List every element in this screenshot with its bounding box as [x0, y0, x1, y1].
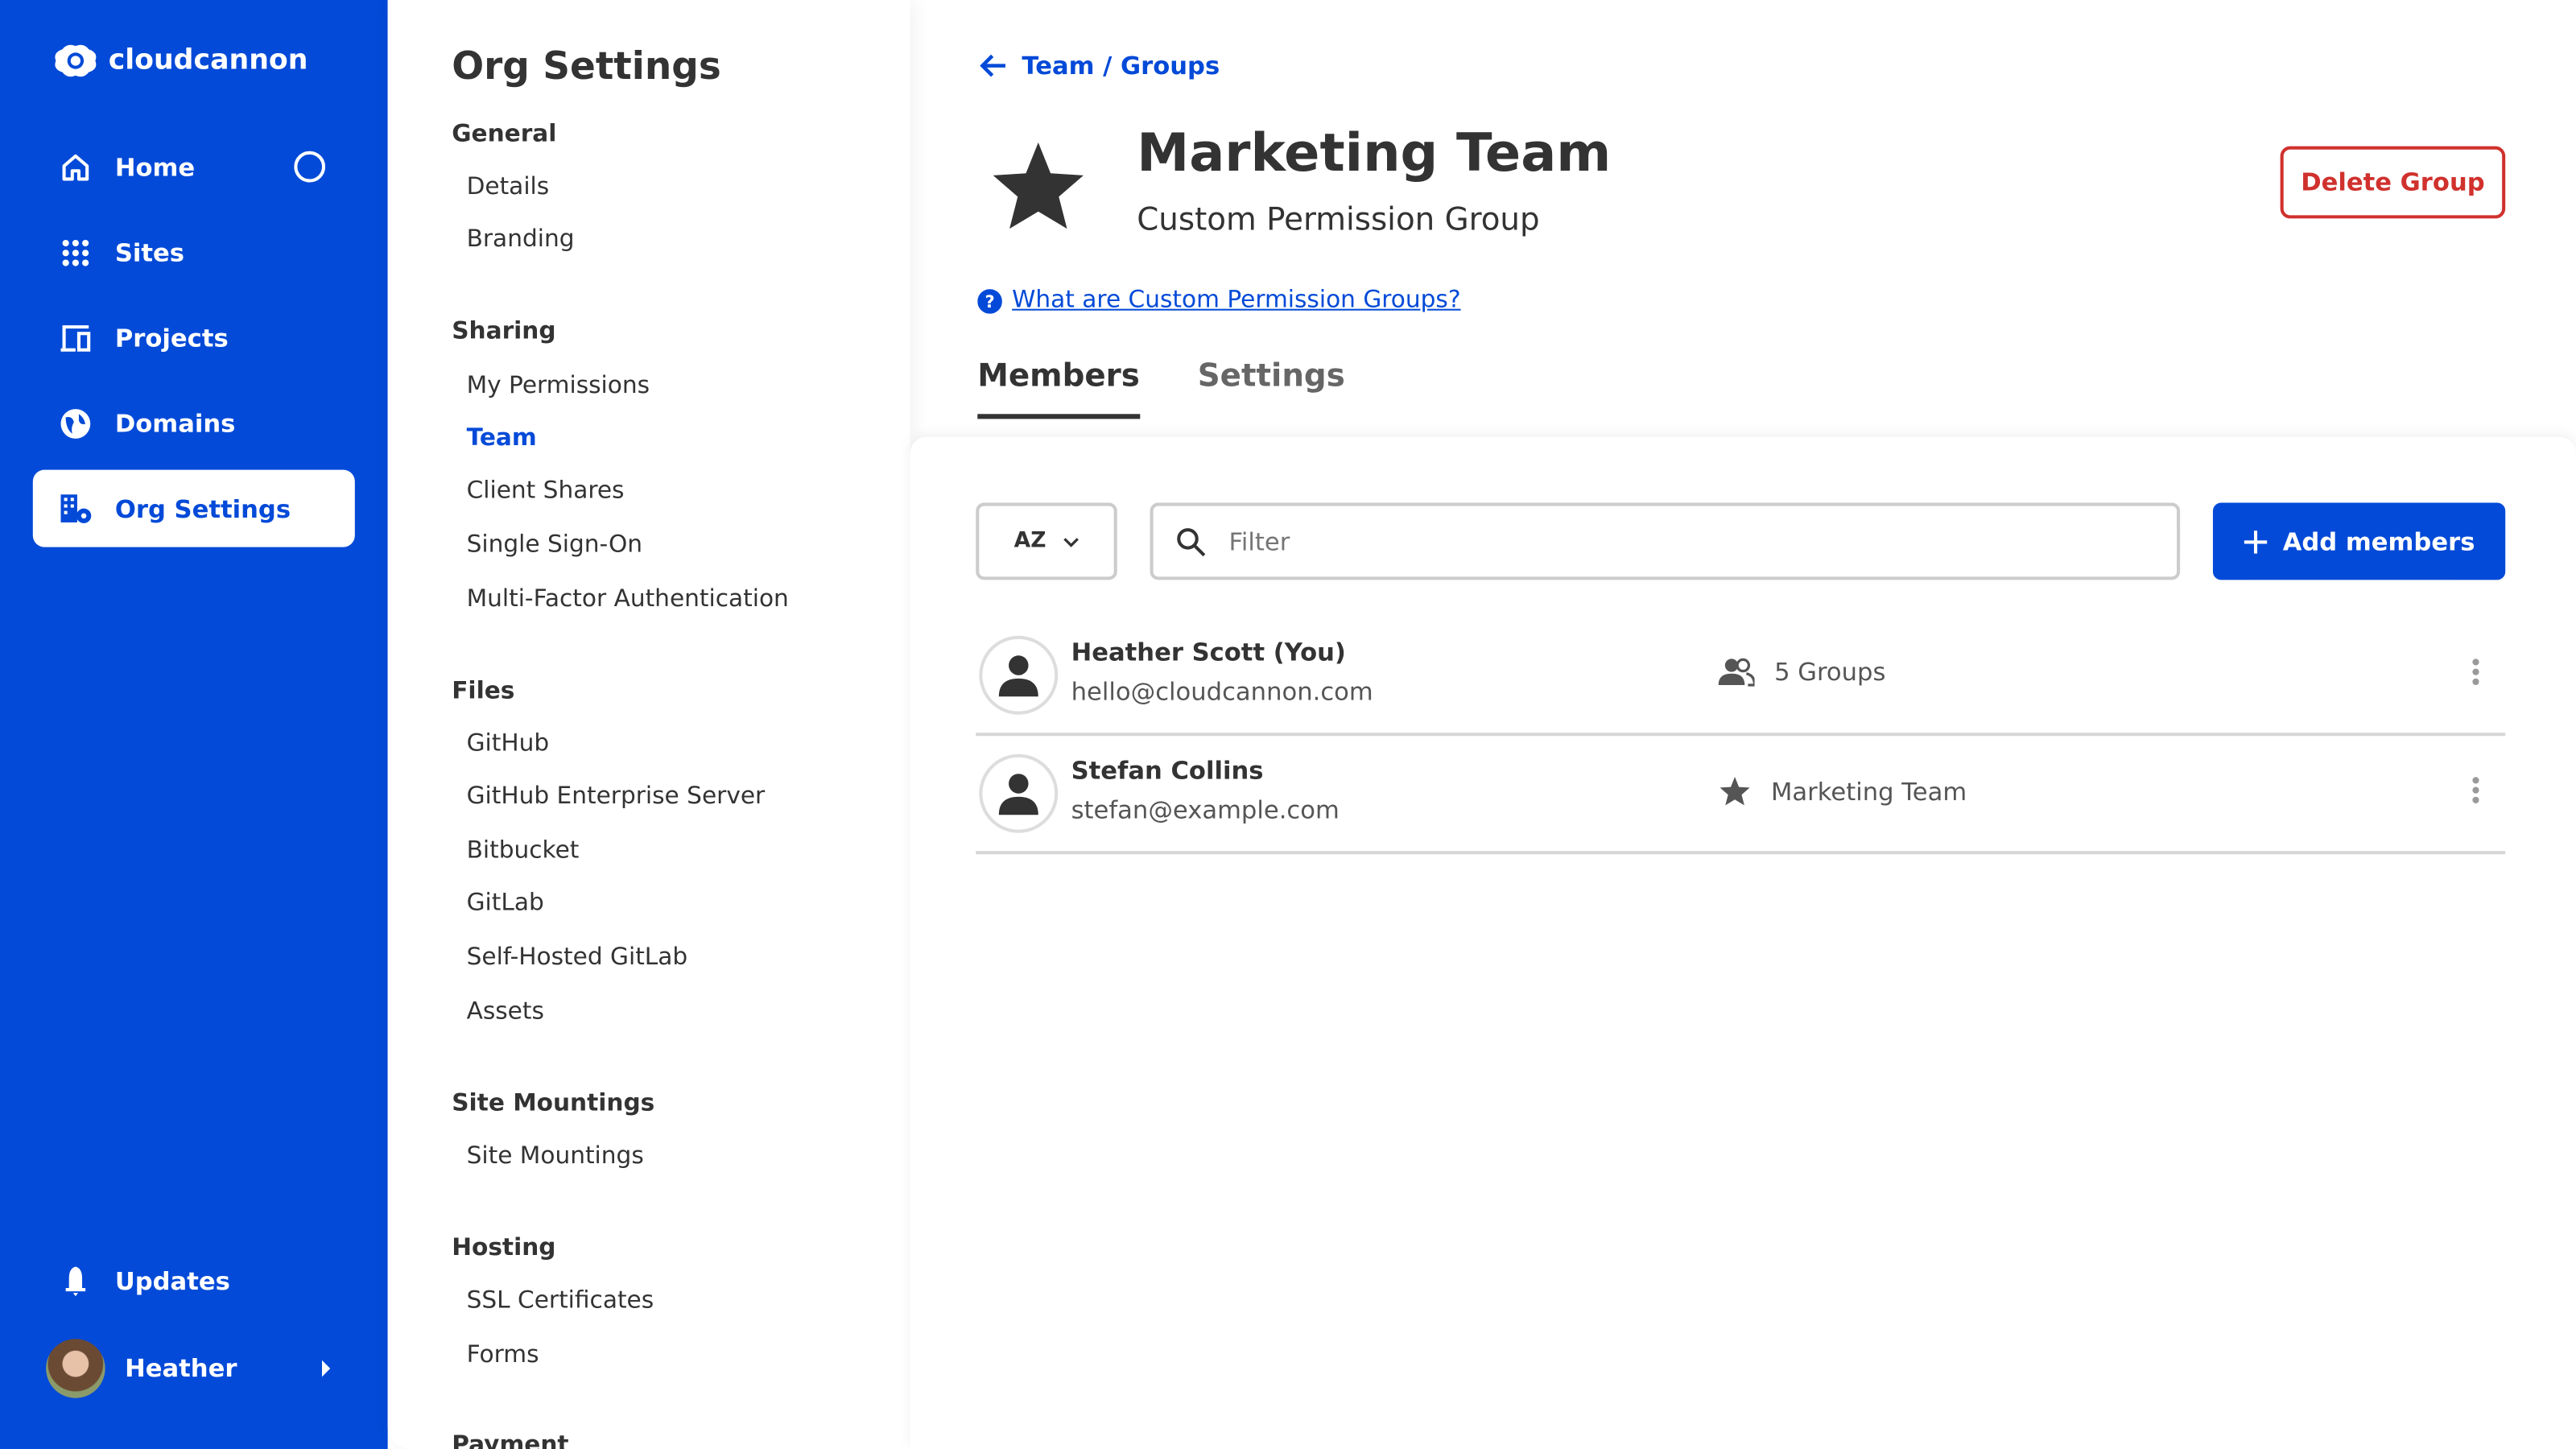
link-github-enterprise[interactable]: GitHub Enterprise Server: [467, 783, 766, 810]
members-panel: AZ Add members Heather Scott (You) hello…: [910, 437, 2576, 1449]
group-title: Marketing Team: [1137, 122, 1611, 184]
link-team[interactable]: Team: [467, 426, 537, 452]
link-mfa[interactable]: Multi-Factor Authentication: [467, 587, 789, 613]
nav-item-domains[interactable]: Domains: [33, 385, 355, 462]
star-icon: [1719, 775, 1752, 807]
star-icon: [989, 138, 1088, 233]
bell-icon: [33, 1264, 115, 1297]
sort-az-icon: AZ: [1014, 529, 1046, 554]
nav-label: Projects: [115, 323, 229, 353]
member-email: hello@cloudcannon.com: [1071, 677, 1373, 707]
main-nav: cloudcannon Home Sites Projects Domains …: [0, 0, 388, 1449]
caret-right-icon: [322, 1360, 330, 1376]
user-avatar: [46, 1338, 105, 1397]
nav-item-org-settings[interactable]: Org Settings: [33, 470, 355, 547]
link-details[interactable]: Details: [467, 174, 550, 200]
user-avatar-icon: [979, 754, 1058, 833]
link-branding[interactable]: Branding: [467, 227, 575, 254]
org-settings-menu: Org Settings General Details Branding Sh…: [388, 0, 910, 1449]
group-detail: Team / Groups Marketing Team Custom Perm…: [910, 0, 2576, 1449]
status-ring-icon: [294, 151, 325, 183]
section-files: Files: [452, 679, 514, 705]
help-icon: ?: [977, 288, 1002, 313]
link-assets[interactable]: Assets: [467, 999, 544, 1026]
add-members-button[interactable]: Add members: [2213, 502, 2505, 580]
cloudcannon-logo-icon: [52, 43, 98, 79]
link-bitbucket[interactable]: Bitbucket: [467, 838, 580, 865]
member-groups-label: 5 Groups: [1774, 657, 1885, 687]
member-email: stefan@example.com: [1071, 795, 1340, 825]
tab-members[interactable]: Members: [977, 358, 1140, 419]
nav-label: Updates: [115, 1265, 230, 1295]
link-self-hosted-gitlab[interactable]: Self-Hosted GitLab: [467, 944, 688, 971]
nav-label: Home: [115, 152, 195, 182]
member-name: Heather Scott (You): [1071, 638, 1346, 667]
link-sso[interactable]: Single Sign-On: [467, 532, 642, 559]
nav-item-home[interactable]: Home: [33, 128, 355, 205]
nav-label: Org Settings: [115, 493, 291, 523]
breadcrumb[interactable]: Team / Groups: [979, 51, 1220, 80]
brand-name: cloudcannon: [109, 44, 308, 77]
svg-text:?: ?: [985, 291, 994, 311]
nav-item-updates[interactable]: Updates: [33, 1242, 355, 1319]
nav-label: Domains: [115, 408, 236, 438]
link-forms[interactable]: Forms: [467, 1342, 539, 1368]
filter-input[interactable]: [1225, 525, 2177, 558]
more-options-icon[interactable]: [2471, 775, 2480, 805]
link-gitlab[interactable]: GitLab: [467, 890, 544, 917]
users-icon: [1719, 657, 1755, 687]
filter-field[interactable]: [1150, 502, 2181, 580]
user-name: Heather: [125, 1353, 237, 1383]
section-site-mountings: Site Mountings: [452, 1091, 654, 1117]
link-github[interactable]: GitHub: [467, 731, 550, 758]
user-menu[interactable]: Heather: [33, 1329, 355, 1406]
member-name: Stefan Collins: [1071, 756, 1264, 786]
breadcrumb-label: Team / Groups: [1022, 51, 1220, 80]
link-client-shares[interactable]: Client Shares: [467, 478, 625, 505]
add-members-label: Add members: [2283, 526, 2475, 556]
link-site-mountings[interactable]: Site Mountings: [467, 1143, 644, 1170]
devices-icon: [33, 323, 115, 353]
sort-dropdown[interactable]: AZ: [976, 502, 1117, 580]
nav-item-projects[interactable]: Projects: [33, 299, 355, 376]
more-options-icon[interactable]: [2471, 657, 2480, 687]
group-subtitle: Custom Permission Group: [1137, 202, 1539, 238]
help-link[interactable]: ? What are Custom Permission Groups?: [977, 287, 1460, 314]
link-ssl[interactable]: SSL Certificates: [467, 1288, 654, 1315]
member-groups: Marketing Team: [1719, 775, 1967, 807]
brand-logo[interactable]: cloudcannon: [52, 43, 308, 79]
grid-icon: [33, 237, 115, 267]
home-icon: [33, 152, 115, 182]
tab-settings[interactable]: Settings: [1198, 358, 1345, 414]
org-settings-icon: [33, 492, 115, 525]
plus-icon: [2244, 530, 2267, 553]
link-my-permissions[interactable]: My Permissions: [467, 373, 650, 399]
section-payment: Payment: [452, 1433, 568, 1449]
chevron-down-icon: [1063, 536, 1079, 546]
member-groups-label: Marketing Team: [1771, 776, 1967, 806]
section-hosting: Hosting: [452, 1236, 555, 1262]
nav-item-sites[interactable]: Sites: [33, 213, 355, 291]
help-link-text[interactable]: What are Custom Permission Groups?: [1012, 287, 1460, 314]
globe-icon: [33, 407, 115, 440]
settings-title: Org Settings: [452, 46, 721, 89]
delete-group-button[interactable]: Delete Group: [2281, 147, 2506, 219]
search-icon: [1176, 526, 1206, 556]
user-avatar-icon: [979, 636, 1058, 715]
member-row[interactable]: Heather Scott (You) hello@cloudcannon.co…: [976, 614, 2505, 736]
section-general: General: [452, 122, 556, 148]
member-groups: 5 Groups: [1719, 657, 1886, 687]
section-sharing: Sharing: [452, 319, 555, 345]
nav-label: Sites: [115, 237, 184, 267]
member-row[interactable]: Stefan Collins stefan@example.com Market…: [976, 733, 2505, 854]
arrow-left-icon: [979, 52, 1009, 79]
